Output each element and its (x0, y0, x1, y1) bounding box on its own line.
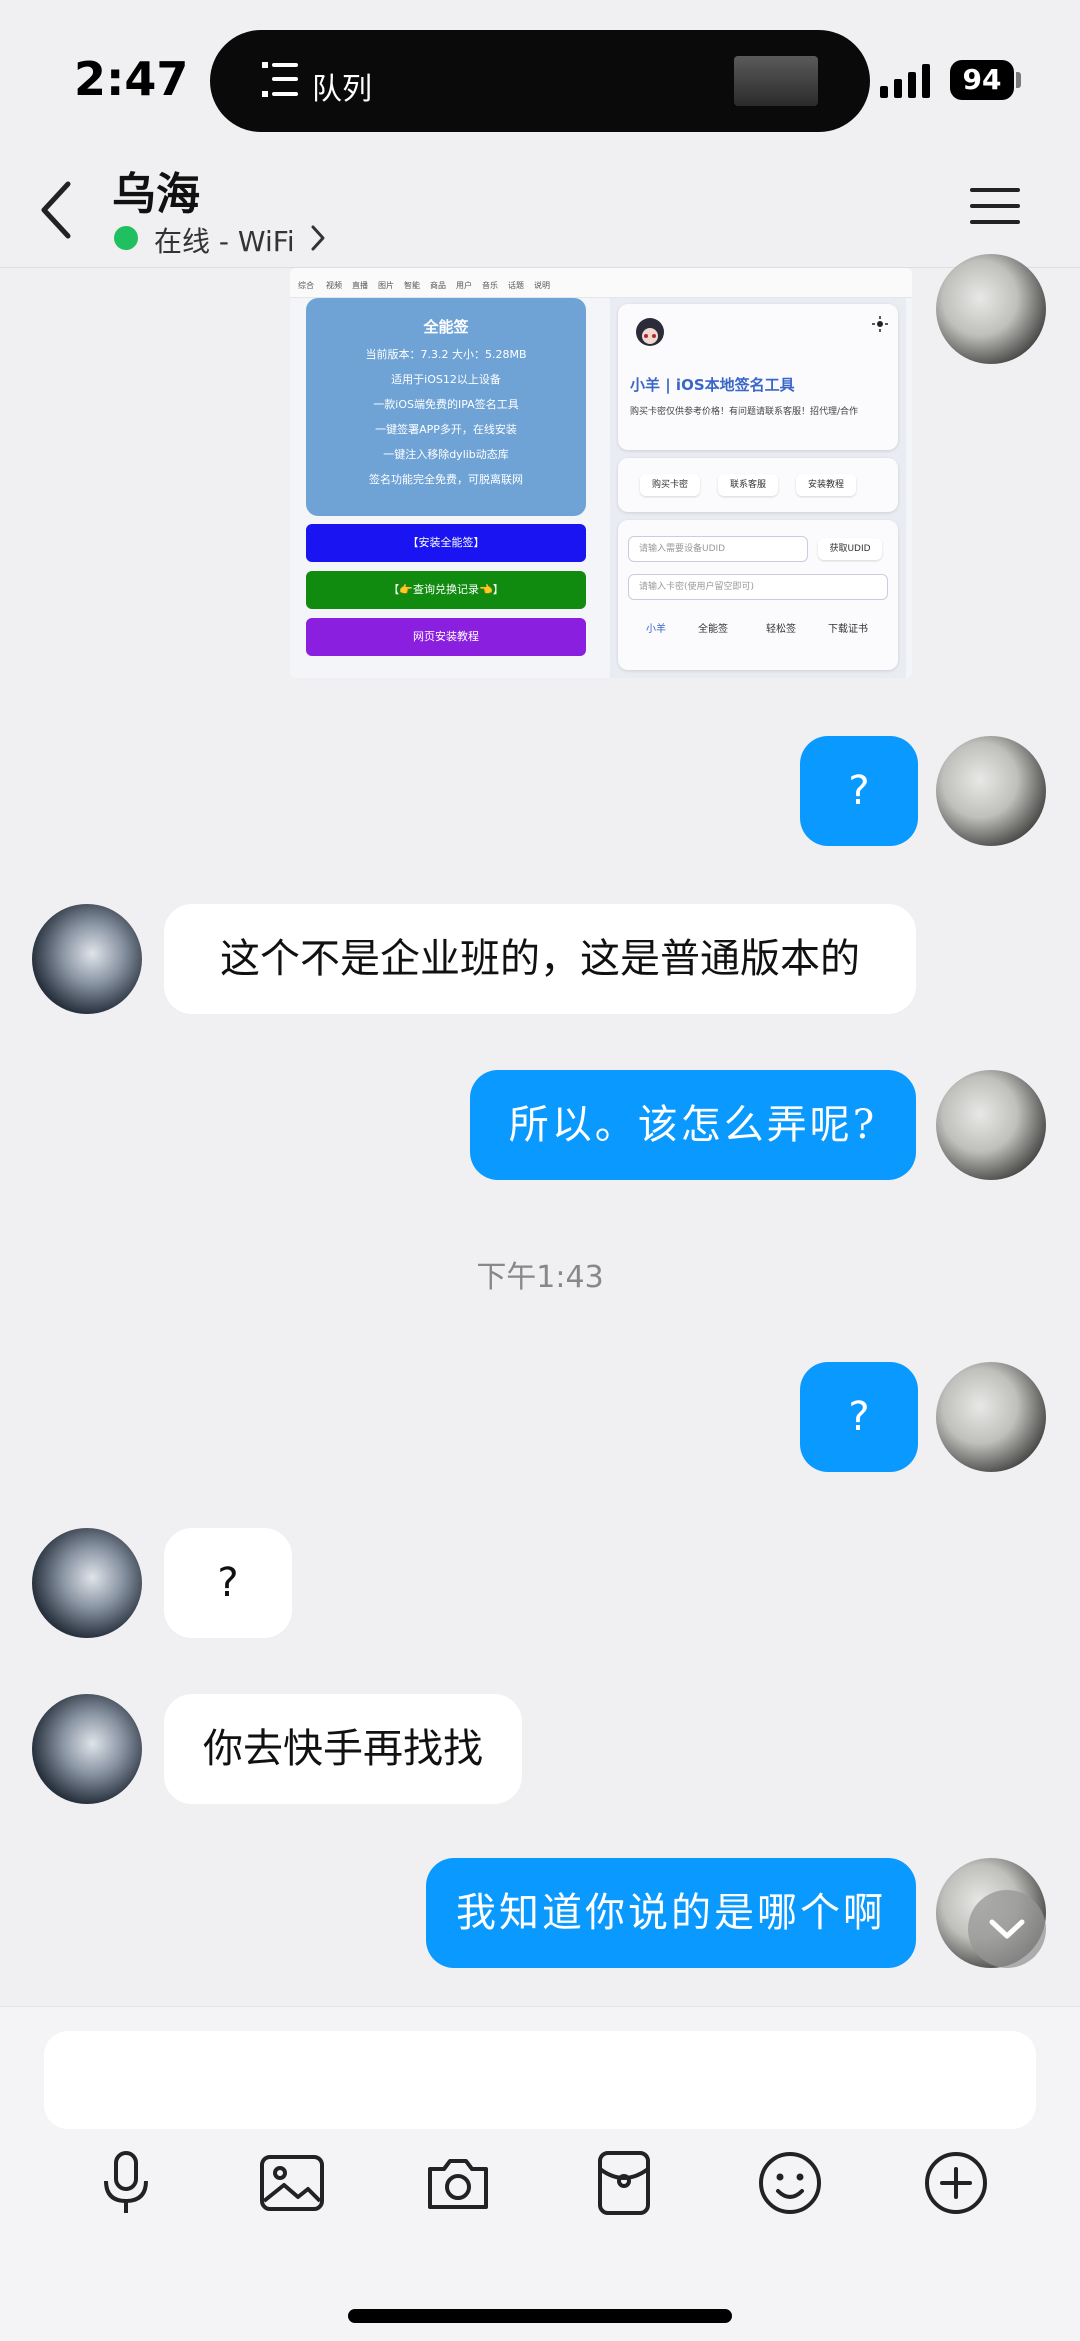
message-bubble-theirs[interactable]: ? (164, 1528, 292, 1638)
message-bubble-mine[interactable]: ? (800, 736, 918, 846)
shot-chip: 购买卡密 (640, 474, 700, 496)
message-bubble-theirs[interactable]: 这个不是企业班的，这是普通版本的 (164, 904, 916, 1014)
red-packet-icon[interactable] (588, 2147, 660, 2219)
menu-icon[interactable] (970, 186, 1020, 226)
battery-tip (1016, 72, 1021, 88)
battery-indicator: 94 (950, 60, 1014, 100)
shot-tab: 商品 (430, 281, 446, 290)
message-bubble-mine[interactable]: 我知道你说的是哪个啊 (426, 1858, 916, 1968)
shot-bottom-tab: 小羊 (646, 624, 666, 635)
message-input[interactable] (44, 2031, 1036, 2129)
avatar-contact[interactable] (32, 904, 142, 1014)
shot-bottom-tab: 全能签 (698, 624, 728, 635)
message-bubble-mine[interactable]: 所以。该怎么弄呢? (470, 1070, 916, 1180)
avatar-me[interactable] (936, 1070, 1046, 1180)
shot-right-title: 小羊 | iOS本地签名工具 (630, 376, 795, 394)
avatar-me[interactable] (936, 254, 1046, 364)
message-bubble-theirs[interactable]: 你去快手再找找 (164, 1694, 522, 1804)
shot-left-pane: 全能签 当前版本：7.3.2 大小：5.28MB 适用于iOS12以上设备 一款… (296, 298, 596, 678)
shot-tab: 综合 (298, 281, 314, 290)
emoji-icon[interactable] (754, 2147, 826, 2219)
shot-header-panel: 小羊 | iOS本地签名工具 购买卡密仅供参考价格！有问题请联系客服！招代理/合… (618, 304, 898, 450)
shot-right-desc: 购买卡密仅供参考价格！有问题请联系客服！招代理/合作 (630, 407, 859, 417)
shot-version: 当前版本：7.3.2 大小：5.28MB (365, 348, 527, 361)
shot-right-pane: 小羊 | iOS本地签名工具 购买卡密仅供参考价格！有问题请联系客服！招代理/合… (610, 298, 906, 678)
shot-chip-panel: 购买卡密 联系客服 安装教程 (618, 458, 898, 512)
shot-tab-bar: 综合 视频 直播 图片 智能 商品 用户 音乐 话题 说明 (290, 268, 912, 298)
avatar-me[interactable] (936, 1362, 1046, 1472)
shot-tab: 音乐 (482, 281, 498, 290)
shot-button: 【安装全能签】 (306, 524, 586, 562)
shot-button: 【👉查询兑换记录👈】 (306, 571, 586, 609)
camera-icon[interactable] (422, 2147, 494, 2219)
shot-tab: 话题 (508, 281, 524, 290)
chat-header: 乌海 在线 - WiFi (0, 150, 1080, 268)
shot-udid-input: 请输入需要设备UDID (628, 536, 808, 562)
shot-tab: 视频 (326, 281, 342, 290)
plus-icon[interactable] (920, 2147, 992, 2219)
now-playing-thumbnail (734, 56, 818, 106)
shot-line: 适用于iOS12以上设备 (391, 373, 501, 386)
avatar-contact[interactable] (32, 1528, 142, 1638)
microphone-icon[interactable] (90, 2147, 162, 2219)
home-indicator (348, 2309, 732, 2323)
timestamp: 下午1:43 (476, 1260, 604, 1295)
shot-chip: 联系客服 (718, 474, 778, 496)
shot-line: 一款iOS端免费的IPA签名工具 (373, 398, 519, 411)
anime-avatar-icon (636, 318, 664, 346)
shot-tab: 智能 (404, 281, 420, 290)
shot-tab: 用户 (456, 281, 472, 290)
shot-tab: 直播 (352, 281, 368, 290)
shot-get-udid: 获取UDID (818, 538, 882, 560)
shot-bottom-tab: 轻松签 (766, 624, 796, 635)
online-dot (114, 226, 138, 250)
message-bubble-mine[interactable]: ? (800, 1362, 918, 1472)
signal-icon (880, 64, 930, 98)
scroll-to-bottom-button[interactable] (968, 1890, 1046, 1968)
shot-app-name: 全能签 (423, 318, 469, 336)
dynamic-island[interactable]: 队列 (210, 30, 870, 132)
shot-line: 一键签署APP多开，在线安装 (375, 423, 517, 436)
shot-tab: 说明 (534, 281, 550, 290)
online-status[interactable]: 在线 - WiFi (154, 220, 295, 260)
shot-chip: 安装教程 (796, 474, 856, 496)
composer-area (0, 2006, 1080, 2341)
chevron-down-icon (989, 1919, 1025, 1939)
shot-tab: 图片 (378, 281, 394, 290)
shot-bottom-tab: 下载证书 (828, 624, 868, 635)
avatar-contact[interactable] (32, 1694, 142, 1804)
theme-toggle-icon (872, 316, 888, 332)
chevron-right-icon[interactable] (310, 224, 326, 252)
queue-icon (262, 62, 298, 97)
avatar-me[interactable] (936, 736, 1046, 846)
shot-form-panel: 请输入需要设备UDID 获取UDID 请输入卡密(使用户留空即可) 小羊 全能签… (618, 520, 898, 670)
shot-line: 一键注入移除dylib动态库 (383, 448, 509, 461)
back-arrow-icon[interactable] (36, 178, 76, 242)
shot-key-input: 请输入卡密(使用户留空即可) (628, 574, 888, 600)
shot-button: 网页安装教程 (306, 618, 586, 656)
contact-name[interactable]: 乌海 (112, 158, 200, 222)
shared-image-message[interactable]: 综合 视频 直播 图片 智能 商品 用户 音乐 话题 说明 全能签 当前版本：7… (290, 268, 912, 678)
island-label: 队列 (312, 72, 372, 107)
shot-app-card: 全能签 当前版本：7.3.2 大小：5.28MB 适用于iOS12以上设备 一款… (306, 298, 586, 516)
image-icon[interactable] (256, 2147, 328, 2219)
status-time: 2:47 (74, 52, 189, 106)
shot-line: 签名功能完全免费，可脱离联网 (369, 473, 523, 486)
